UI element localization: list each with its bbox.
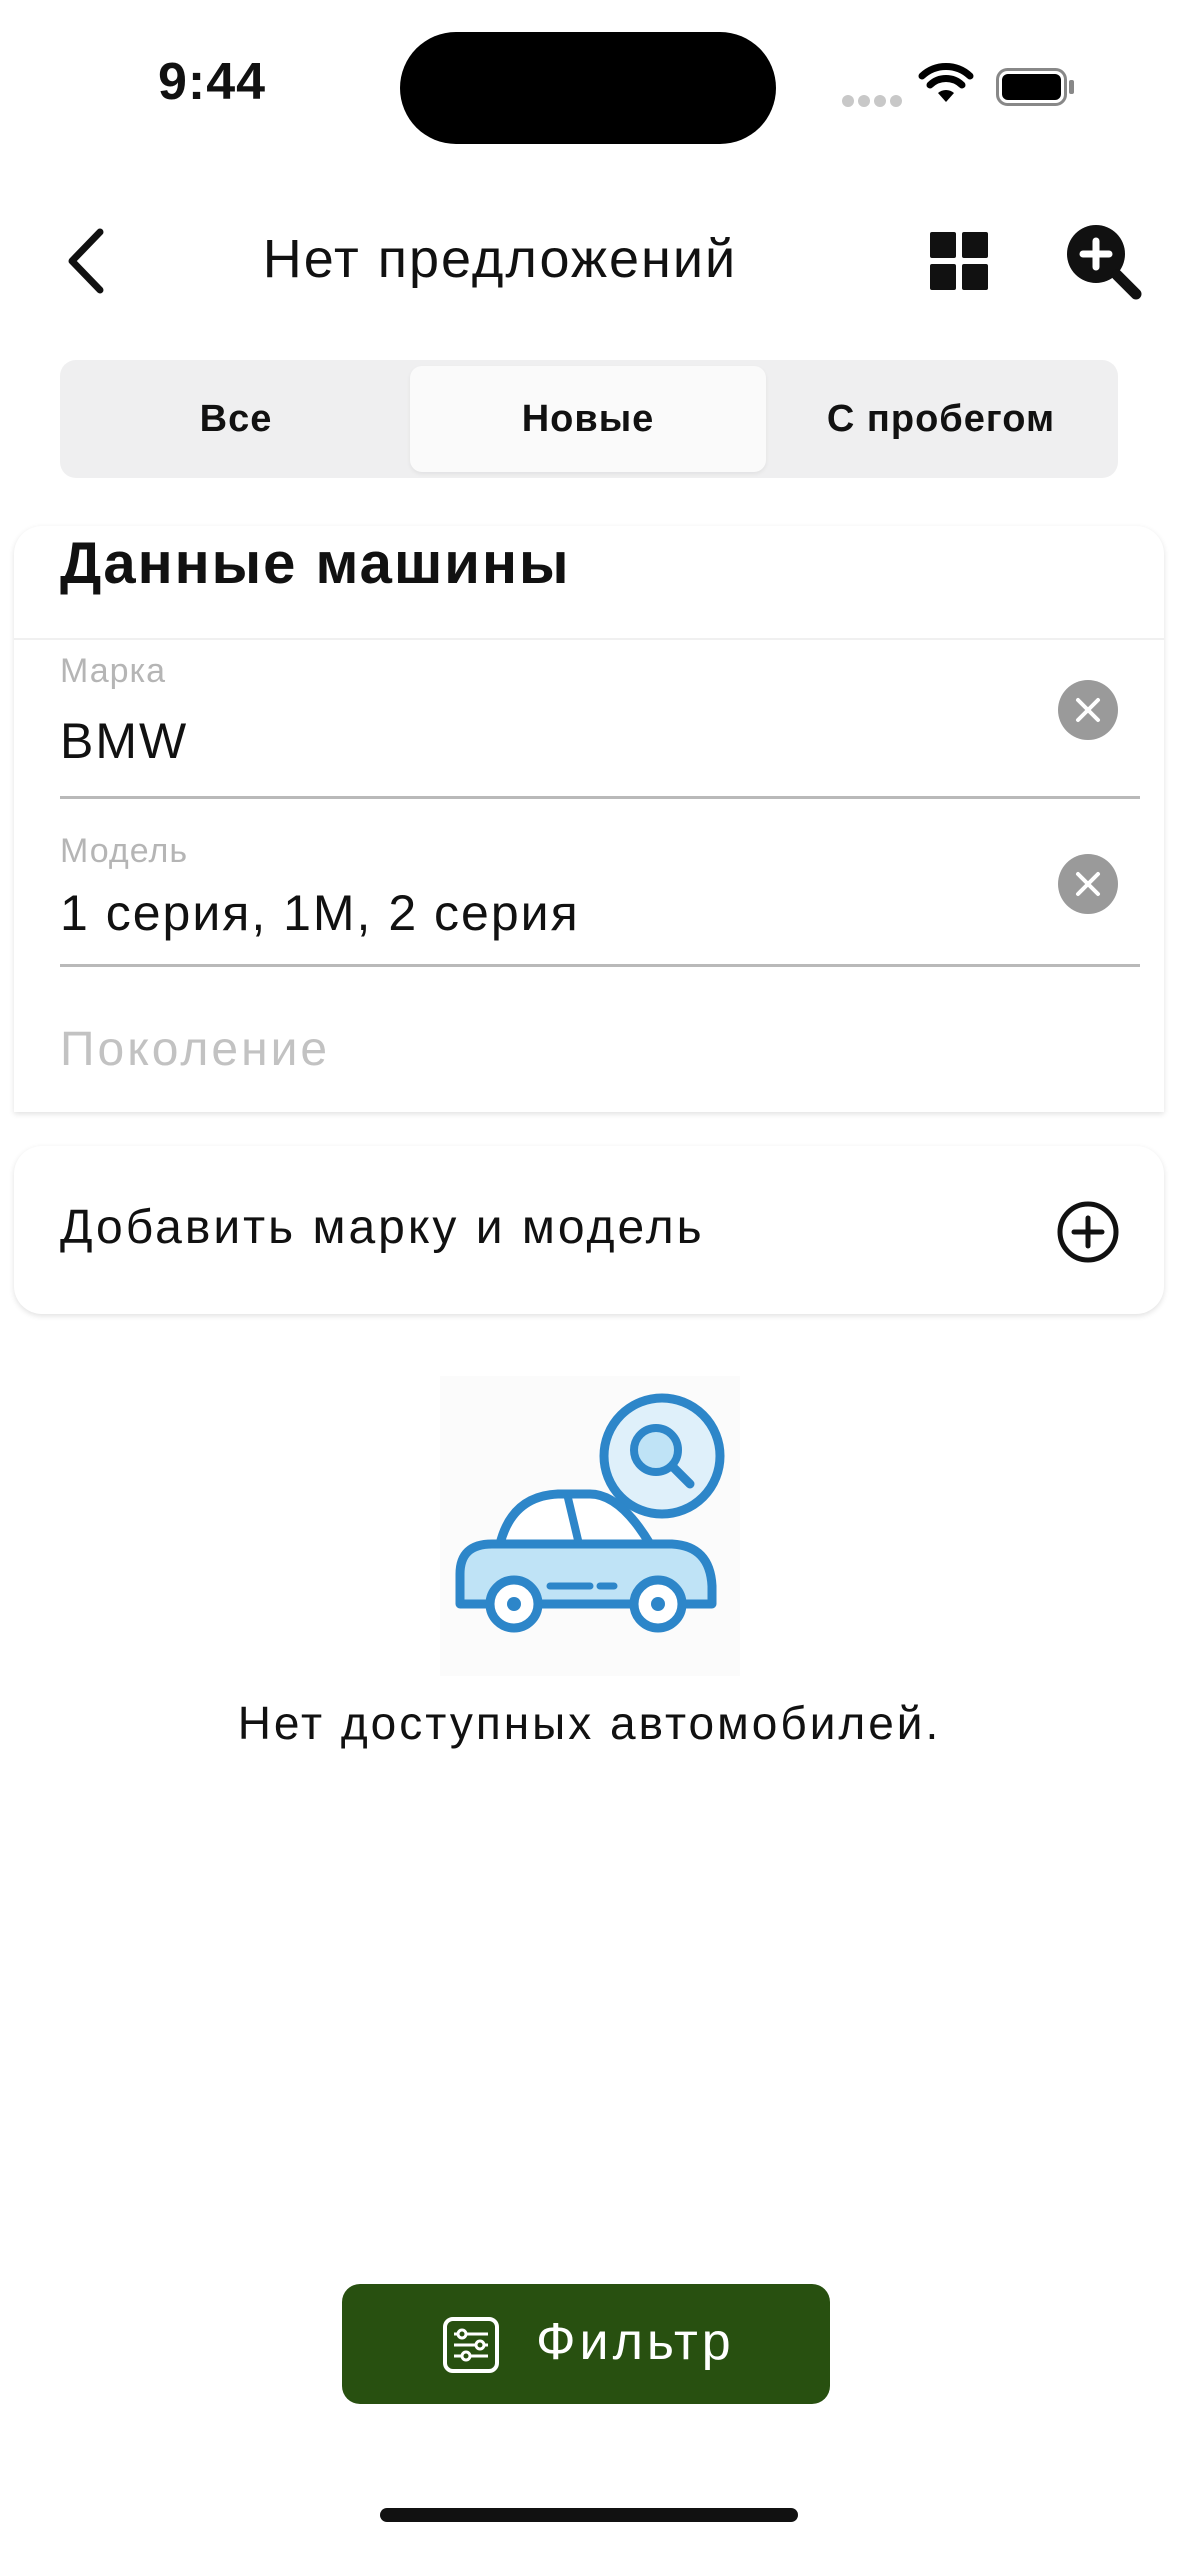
zoom-in-icon[interactable]: [1064, 222, 1142, 300]
empty-state-message: Нет доступных автомобилей.: [237, 1697, 942, 1749]
dynamic-island: [400, 32, 776, 144]
cellular-signal-icon: [842, 94, 906, 112]
close-icon: [1076, 698, 1100, 722]
divider: [14, 638, 1164, 640]
segment-new[interactable]: Новые: [410, 366, 766, 472]
segment-used[interactable]: С пробегом: [770, 366, 1112, 472]
generation-field[interactable]: Поколение: [60, 1022, 330, 1077]
clear-brand-button[interactable]: [1058, 680, 1118, 740]
clear-model-button[interactable]: [1058, 854, 1118, 914]
page-title: Нет предложений: [262, 229, 738, 289]
add-brand-label[interactable]: Добавить марку и модель: [60, 1200, 705, 1255]
home-indicator: [380, 2508, 798, 2522]
filter-button[interactable]: Фильтр: [342, 2284, 830, 2404]
car-search-icon: [440, 1376, 740, 1676]
model-field[interactable]: 1 серия, 1M, 2 серия: [60, 884, 580, 942]
segmented-control: Все Новые С пробегом: [60, 360, 1118, 478]
grid-view-icon[interactable]: [930, 232, 988, 290]
close-icon: [1076, 872, 1100, 896]
brand-field-label: Марка: [60, 652, 167, 690]
brand-field-underline: [60, 796, 1140, 799]
model-field-label: Модель: [60, 832, 189, 870]
sliders-icon: [443, 2317, 499, 2373]
battery-icon: [996, 68, 1074, 106]
wifi-icon: [918, 63, 974, 102]
plus-circle-icon[interactable]: [1056, 1200, 1120, 1264]
model-field-underline: [60, 964, 1140, 967]
brand-field[interactable]: BMW: [60, 712, 188, 770]
filter-button-label: Фильтр: [536, 2313, 735, 2371]
car-data-title: Данные машины: [60, 531, 571, 596]
status-time: 9:44: [158, 53, 267, 111]
segment-all[interactable]: Все: [66, 366, 406, 472]
